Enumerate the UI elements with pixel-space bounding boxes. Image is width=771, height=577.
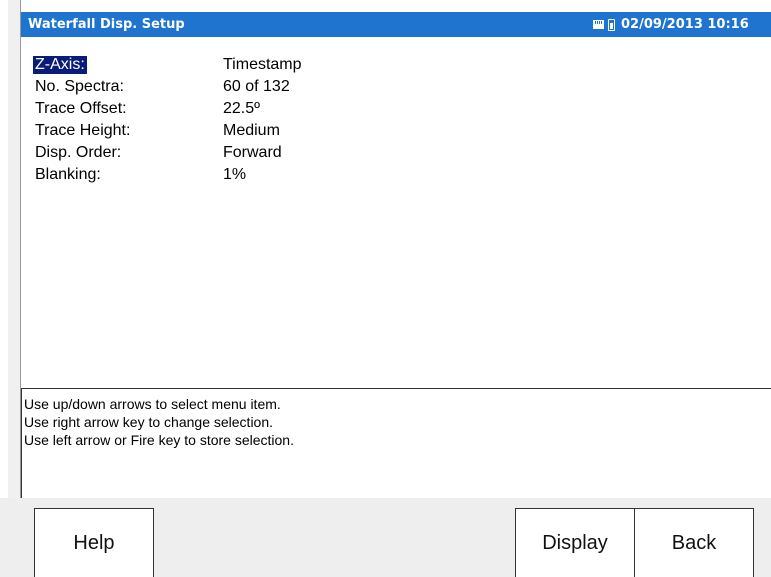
help-text: Use up/down arrows to select menu item. … (24, 395, 294, 449)
help-line: Use left arrow or Fire key to store sele… (24, 432, 294, 448)
menu-item-label: Trace Offset: (35, 100, 127, 117)
help-panel: Use up/down arrows to select menu item. … (21, 388, 771, 498)
display-button[interactable]: Display (515, 508, 635, 577)
back-button[interactable]: Back (634, 508, 754, 577)
menu-item-label: Disp. Order: (35, 144, 122, 161)
screen-title: Waterfall Disp. Setup (28, 17, 185, 32)
menu-item-label: No. Spectra: (35, 78, 124, 95)
help-line: Use up/down arrows to select menu item. (24, 396, 281, 412)
status-area: 02/09/2013 10:16 (593, 12, 749, 37)
battery-icon (608, 18, 615, 31)
menu-item-label: Blanking: (35, 166, 101, 183)
softkey-bar: Help Display Back (0, 498, 771, 577)
device-screen: Waterfall Disp. Setup 02/09/2013 10:16 Z… (0, 0, 771, 577)
menu-item-label: Trace Height: (35, 122, 131, 139)
menu-item-value: Forward (223, 144, 282, 161)
menu-item-value: 22.5º (223, 100, 260, 117)
menu-item-value: Medium (223, 122, 280, 139)
help-line: Use right arrow key to change selection. (24, 414, 274, 430)
menu-item-label: Z-Axis: (33, 56, 87, 74)
left-bezel (8, 0, 20, 577)
menu-item-value: 60 of 132 (223, 78, 290, 95)
menu-item-value: Timestamp (223, 56, 302, 73)
title-bar: Waterfall Disp. Setup 02/09/2013 10:16 (21, 12, 771, 37)
datetime-readout: 02/09/2013 10:16 (621, 17, 749, 32)
sd-card-icon (593, 20, 604, 29)
menu-item-value: 1% (223, 166, 247, 183)
help-button[interactable]: Help (34, 508, 154, 577)
